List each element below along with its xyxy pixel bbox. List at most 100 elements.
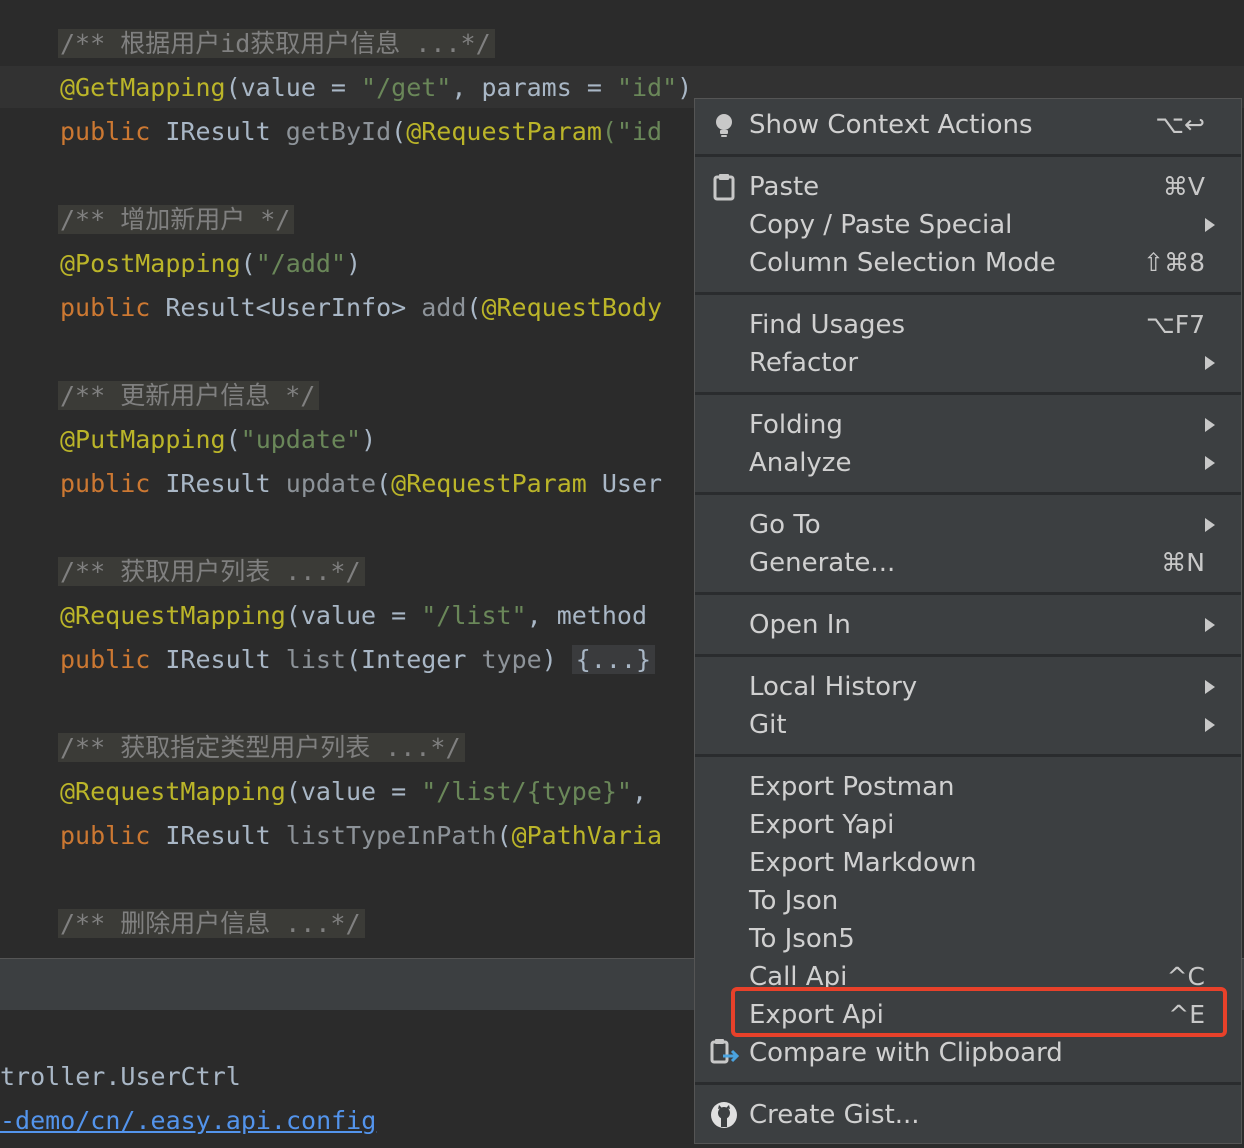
menu-item-compare-with-clipboard[interactable]: Compare with Clipboard [695,1034,1241,1072]
code-token: IResult [165,645,286,674]
code-token: , params = [451,73,617,102]
code-token: ("id [601,117,663,146]
console-class-path: troller.UserCtrl [0,1062,241,1091]
menu-item-label: Export Yapi [749,810,895,840]
code-line: /** 根据用户id获取用户信息 ...*/ [58,22,495,66]
code-token: public [60,469,166,498]
menu-item-label: Go To [749,510,821,540]
lightbulb-icon [709,110,739,140]
code-token: @PathVaria [511,821,663,850]
menu-item-export-markdown[interactable]: Export Markdown [695,844,1241,882]
menu-item-label: Paste [749,172,820,202]
menu-separator [695,654,1241,657]
submenu-arrow-icon [1205,456,1215,470]
menu-item-analyze[interactable]: Analyze [695,444,1241,482]
code-line: public IResult getById(@RequestParam("id [60,110,662,154]
menu-item-label: Folding [749,410,843,440]
menu-item-generate[interactable]: Generate... ⌘N [695,544,1241,582]
code-token: @RequestMapping [60,777,286,806]
code-token: add [421,293,467,322]
menu-item-label: To Json5 [749,924,855,954]
code-line: public IResult listTypeInPath(@PathVaria [60,814,662,858]
menu-item-label: Export Postman [749,772,955,802]
menu-item-shortcut: ⌥↩ [1155,110,1205,139]
code-token: IResult [165,469,286,498]
code-token: public [60,821,166,850]
context-menu: Show Context Actions ⌥↩ Paste ⌘V Copy / Past… [694,98,1242,1144]
menu-item-to-json[interactable]: To Json [695,882,1241,920]
clipboard-icon [709,172,739,202]
menu-item-open-in[interactable]: Open In [695,606,1241,644]
menu-item-label: Analyze [749,448,852,478]
code-token: @RequestParam [391,469,587,498]
menu-separator [695,392,1241,395]
code-line: /** 更新用户信息 */ [58,374,320,418]
submenu-arrow-icon [1205,680,1215,694]
menu-item-paste[interactable]: Paste ⌘V [695,168,1241,206]
code-token: /** 根据用户id获取用户信息 ...*/ [58,29,495,58]
code-line: /** 获取指定类型用户列表 ...*/ [58,726,465,770]
code-token: /** 更新用户信息 */ [58,381,320,410]
code-token: , [631,777,648,806]
code-token: IResult [165,117,286,146]
menu-item-local-history[interactable]: Local History [695,668,1241,706]
submenu-arrow-icon [1205,218,1215,232]
code-line: @RequestMapping(value = "/list/{type}", [60,770,647,814]
submenu-arrow-icon [1205,618,1215,632]
code-token: ( [225,425,241,454]
menu-item-column-selection-mode[interactable]: Column Selection Mode ⇧⌘8 [695,244,1241,282]
code-token: "/get" [361,73,452,102]
code-token[interactable]: {...} [571,645,656,674]
code-token: ( [466,293,482,322]
menu-item-label: Git [749,710,787,740]
menu-item-git[interactable]: Git [695,706,1241,744]
submenu-arrow-icon [1205,518,1215,532]
code-line: public IResult list(Integer type) {...} [60,638,656,682]
code-line: @PutMapping("update") [60,418,376,462]
menu-item-label: Create Gist... [749,1100,920,1130]
menu-item-folding[interactable]: Folding [695,406,1241,444]
github-icon [709,1100,739,1130]
console-config-link[interactable]: -demo/cn/.easy.api.config [0,1106,376,1135]
code-token: public [60,645,166,674]
code-line: @GetMapping(value = "/get", params = "id… [60,66,692,110]
code-line: @PostMapping("/add") [60,242,361,286]
menu-item-create-gist[interactable]: Create Gist... [695,1096,1241,1134]
menu-separator [695,754,1241,757]
code-token: ) [541,645,572,674]
code-token: ) [677,73,693,102]
menu-item-find-usages[interactable]: Find Usages ⌥F7 [695,306,1241,344]
menu-item-export-postman[interactable]: Export Postman [695,768,1241,806]
code-token: /** 增加新用户 */ [58,205,295,234]
code-line: /** 获取用户列表 ...*/ [58,550,365,594]
menu-item-export-yapi[interactable]: Export Yapi [695,806,1241,844]
menu-item-label: Find Usages [749,310,906,340]
code-token: ( [496,821,512,850]
menu-separator [695,154,1241,157]
code-token: @RequestMapping [60,601,286,630]
menu-item-refactor[interactable]: Refactor [695,344,1241,382]
menu-item-label: Refactor [749,348,859,378]
menu-separator [695,292,1241,295]
menu-item-label: Open In [749,610,851,640]
menu-item-copy-paste-special[interactable]: Copy / Paste Special [695,206,1241,244]
code-token: /** 删除用户信息 ...*/ [58,909,365,938]
menu-item-to-json5[interactable]: To Json5 [695,920,1241,958]
code-token: (value = [285,601,422,630]
menu-item-show-context-actions[interactable]: Show Context Actions ⌥↩ [695,106,1241,144]
menu-item-shortcut: ⌘V [1162,172,1205,201]
menu-item-label: Show Context Actions [749,110,1033,140]
code-token: getById [285,117,392,146]
code-token: list [285,645,346,674]
code-token: @PutMapping [60,425,226,454]
menu-item-label: Export Markdown [749,848,977,878]
code-token: ( [391,117,407,146]
code-token: "/list" [421,601,527,630]
code-token: "/list/{type}" [421,777,632,806]
code-token: /** 获取指定类型用户列表 ...*/ [58,733,465,762]
menu-item-go-to[interactable]: Go To [695,506,1241,544]
menu-item-shortcut: ⇧⌘8 [1143,248,1205,277]
code-token: (value = [285,777,422,806]
code-token: @RequestParam [406,117,602,146]
menu-item-label: Compare with Clipboard [749,1038,1063,1068]
